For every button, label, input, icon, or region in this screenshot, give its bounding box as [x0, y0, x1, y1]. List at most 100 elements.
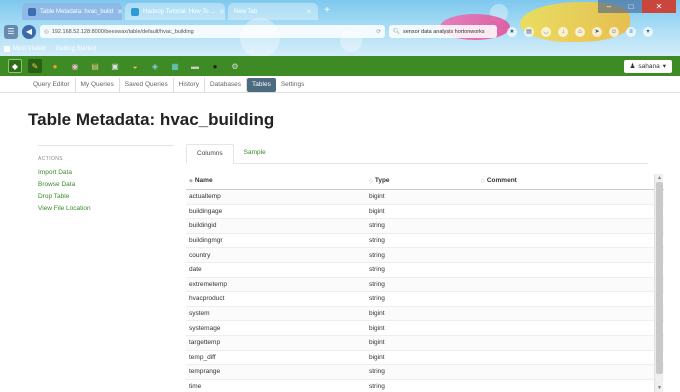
search-input[interactable]: sensor data analysis hortonworks	[403, 29, 485, 35]
tab-title: New Tab	[234, 8, 258, 15]
scroll-thumb[interactable]	[656, 182, 663, 374]
tab-close-icon[interactable]: ✕	[219, 8, 225, 16]
query-icon[interactable]: ✎	[28, 59, 42, 73]
table-row: country string	[186, 248, 664, 263]
column-header-type[interactable]: ◇ Type	[366, 177, 478, 184]
job-designer-icon[interactable]: ▣	[108, 59, 122, 73]
browser-tab-active[interactable]: Table Metadata: hvac_build ✕	[22, 3, 123, 20]
reading-list-icon[interactable]: ▤	[524, 26, 534, 37]
bookmark-item[interactable]: Most Visited	[4, 46, 46, 52]
hue-app-bar: ◆ ✎ ● ◉ ▤ ▣ ◒ ◈ ▦ ▬ ● ⚙ ♟ sahana ▾	[0, 56, 680, 76]
maximize-button[interactable]: □	[620, 0, 642, 13]
column-name-cell: country	[189, 251, 211, 259]
hbase-icon[interactable]: ◈	[148, 59, 162, 73]
column-header-name[interactable]: ◆ Name	[186, 177, 366, 184]
table-row: systemage bigint	[186, 321, 664, 336]
shell-icon[interactable]: ▬	[188, 59, 202, 73]
nav-tables[interactable]: Tables	[247, 77, 276, 92]
bookmark-folder-icon	[4, 46, 10, 52]
menu-icon[interactable]: ≡	[626, 26, 636, 37]
tab-columns[interactable]: Columns	[186, 144, 234, 164]
table-row: buildingage bigint	[186, 205, 664, 220]
chevron-down-icon: ▾	[662, 63, 666, 70]
firefox-menu-icon[interactable]: ☰	[4, 24, 18, 39]
column-header-label: Name	[194, 177, 213, 184]
scroll-down-icon[interactable]: ▼	[655, 384, 664, 392]
table-row: hvacproduct string	[186, 292, 664, 307]
browse-data-link[interactable]: Browse Data	[38, 181, 174, 188]
table-row: date string	[186, 263, 664, 278]
pig-icon[interactable]: ◉	[68, 59, 82, 73]
table-row: extremetemp string	[186, 277, 664, 293]
hue-logo-icon[interactable]: ◆	[8, 59, 22, 73]
send-icon[interactable]: ➤	[592, 26, 602, 37]
drop-table-link[interactable]: Drop Table	[38, 193, 174, 200]
tab-close-icon[interactable]: ✕	[117, 8, 123, 16]
browser-tab-strip: Table Metadata: hvac_build ✕ Hadoop Tuto…	[22, 3, 333, 21]
nav-history[interactable]: History	[174, 77, 205, 92]
column-header-label: Type	[374, 177, 390, 184]
nav-my-queries[interactable]: My Queries	[76, 77, 120, 92]
column-type-cell: string	[369, 368, 385, 376]
column-name-cell: actualtemp	[189, 193, 221, 201]
user-menu-button[interactable]: ♟ sahana ▾	[623, 59, 672, 73]
globe-icon: ◎	[44, 28, 49, 35]
column-type-cell: bigint	[369, 310, 385, 318]
column-type-cell: string	[369, 266, 385, 274]
import-data-link[interactable]: Import Data	[38, 169, 174, 176]
bookmark-label: Getting Started	[55, 46, 96, 52]
minimize-button[interactable]: –	[598, 0, 620, 13]
bookmark-item[interactable]: Getting Started	[56, 46, 96, 52]
table-row: system bigint	[186, 306, 664, 322]
browser-tab[interactable]: Hadoop Tutorial: How To ... ✕	[125, 3, 225, 20]
search-bar[interactable]: 🔍︎ sensor data analysis hortonworks	[389, 25, 497, 38]
nav-databases[interactable]: Databases	[205, 77, 248, 92]
table-icon[interactable]: ▦	[168, 59, 182, 73]
column-type-cell: bigint	[369, 193, 385, 201]
back-arrow-icon[interactable]: ◀	[22, 24, 36, 39]
tab-sample[interactable]: Sample	[234, 144, 276, 164]
column-name-cell: buildingid	[189, 222, 217, 230]
column-header-comment[interactable]: ◇ Comment	[478, 177, 648, 184]
sort-icon: ◇	[369, 177, 373, 184]
url-bar[interactable]: ◎ 192.168.52.128:8000/beeswax/table/defa…	[40, 25, 385, 38]
reload-icon[interactable]: ⟳	[376, 29, 381, 35]
scroll-up-icon[interactable]: ▲	[655, 174, 664, 182]
tab-close-icon[interactable]: ✕	[306, 8, 312, 16]
home-icon[interactable]: ⌂	[575, 26, 585, 37]
column-name-cell: buildingmgr	[189, 237, 223, 245]
table-row: buildingmgr string	[186, 234, 664, 249]
downloads-icon[interactable]: ↓	[558, 26, 568, 37]
column-name-cell: targettemp	[189, 339, 221, 347]
column-type-cell: string	[369, 383, 385, 391]
table-row: actualtemp bigint	[186, 190, 664, 205]
search-icon: 🔍︎	[393, 28, 400, 35]
user-icon: ♟	[629, 63, 636, 70]
hortonworks-favicon-icon	[131, 7, 139, 16]
beeswax-subnav: Query Editor My Queries Saved Queries Hi…	[0, 77, 680, 93]
oozie-icon[interactable]: ◒	[128, 59, 142, 73]
beeswax-icon[interactable]: ●	[48, 59, 62, 73]
file-browser-icon[interactable]: ▤	[88, 59, 102, 73]
bookmark-star-icon[interactable]: ★	[507, 26, 517, 37]
hue-favicon-icon	[28, 7, 36, 16]
browser-tab[interactable]: New Tab ✕	[228, 3, 318, 20]
column-type-cell: string	[369, 251, 385, 259]
new-tab-icon[interactable]: +	[321, 5, 333, 19]
nav-saved-queries[interactable]: Saved Queries	[120, 77, 174, 92]
column-type-cell: string	[369, 222, 385, 230]
close-window-button[interactable]: ✕	[642, 0, 676, 13]
pocket-icon[interactable]: ◡	[541, 26, 551, 37]
view-file-location-link[interactable]: View File Location	[38, 205, 174, 212]
column-type-cell: string	[369, 280, 385, 288]
help-icon[interactable]: ●	[208, 59, 222, 73]
nav-settings[interactable]: Settings	[276, 78, 310, 92]
nav-query-editor[interactable]: Query Editor	[28, 77, 76, 92]
settings-icon[interactable]: ⚙	[228, 59, 242, 73]
url-text: 192.168.52.128:8000/beeswax/table/defaul…	[51, 28, 194, 35]
extension-icon[interactable]: ▾	[643, 26, 653, 37]
actions-heading: ACTIONS	[38, 156, 64, 162]
chat-icon[interactable]: ☺	[609, 26, 619, 37]
table-scrollbar[interactable]: ▲ ▼	[654, 174, 663, 392]
column-name-cell: temp_diff	[189, 353, 216, 361]
